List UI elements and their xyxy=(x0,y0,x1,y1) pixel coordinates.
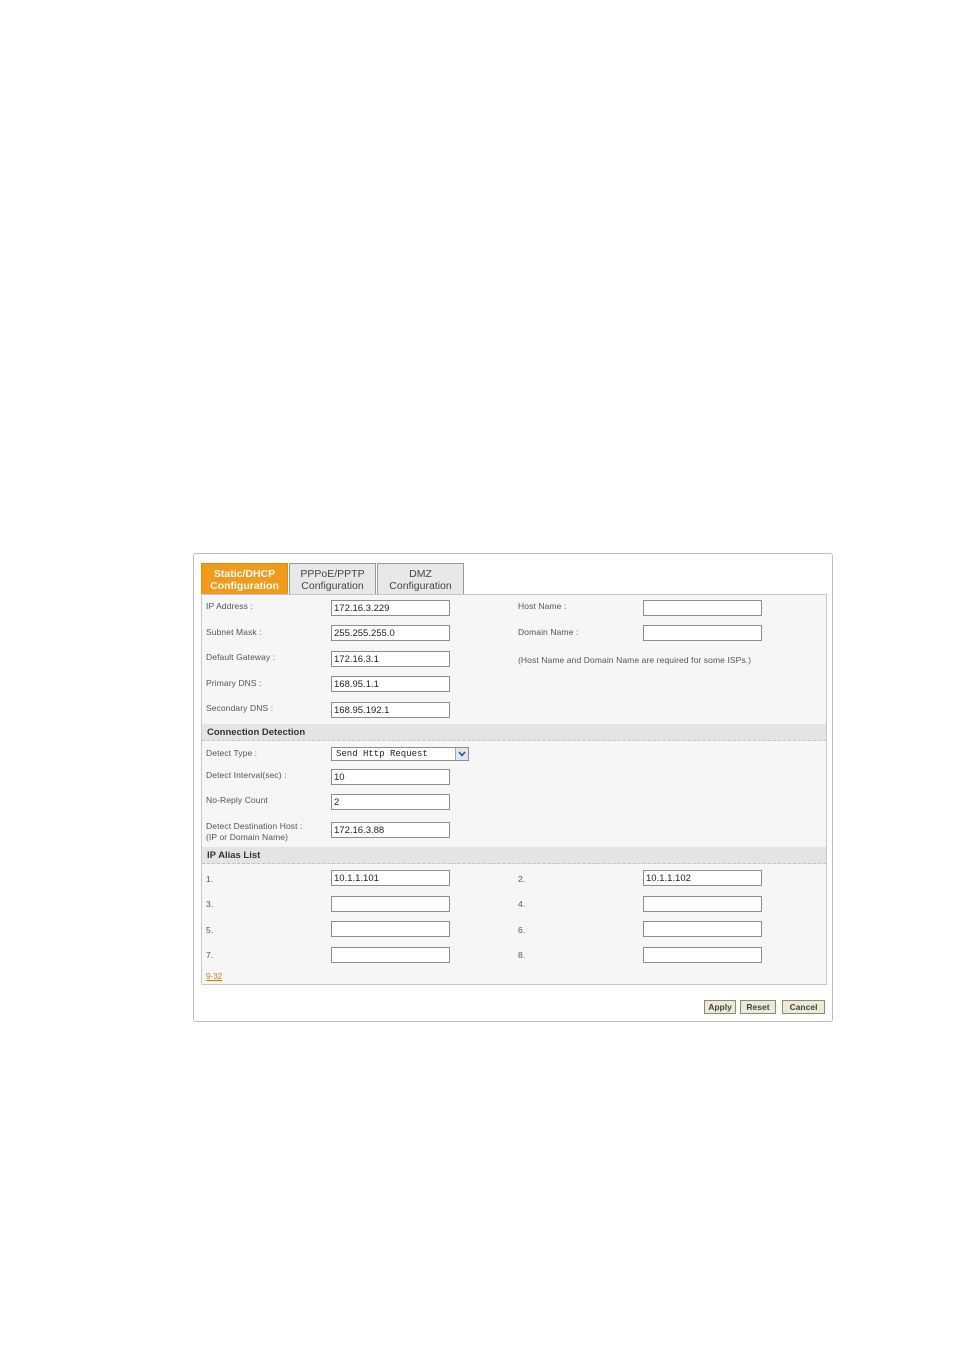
alias-4-label: 4. xyxy=(518,899,526,909)
section-title: Connection Detection xyxy=(207,727,306,738)
alias-3-input[interactable] xyxy=(331,896,450,912)
form-content: IP Address : Subnet Mask : Default Gatew… xyxy=(201,594,827,985)
host-name-input[interactable] xyxy=(643,600,762,616)
tab-label: Static/DHCP xyxy=(213,568,276,580)
default-gateway-label: Default Gateway : xyxy=(206,652,276,662)
reset-button[interactable]: Reset xyxy=(740,1000,776,1014)
chevron-down-icon[interactable] xyxy=(455,748,468,760)
tab-label: Configuration xyxy=(210,580,279,592)
alias-6-input[interactable] xyxy=(643,921,762,937)
tab-static-dhcp[interactable]: Static/DHCP Configuration xyxy=(201,563,288,594)
cancel-button[interactable]: Cancel xyxy=(782,1000,825,1014)
alias-6-label: 6. xyxy=(518,925,526,935)
connection-detection-header: Connection Detection xyxy=(202,724,826,741)
primary-dns-label: Primary DNS : xyxy=(206,678,262,688)
detect-interval-input[interactable] xyxy=(331,769,450,785)
tab-label: Configuration xyxy=(301,580,364,592)
alias-5-input[interactable] xyxy=(331,921,450,937)
tab-pppoe-pptp[interactable]: PPPoE/PPTP Configuration xyxy=(289,563,376,594)
no-reply-count-label: No-Reply Count xyxy=(206,795,268,805)
detect-interval-label: Detect Interval(sec) : xyxy=(206,770,287,780)
tab-label: Configuration xyxy=(389,580,452,592)
detect-host-sublabel: (IP or Domain Name) xyxy=(206,832,289,842)
domain-name-input[interactable] xyxy=(643,625,762,641)
detect-host-label: Detect Destination Host : xyxy=(206,821,303,831)
alias-3-label: 3. xyxy=(206,899,214,909)
page-reference-link[interactable]: 9-32 xyxy=(206,972,222,981)
no-reply-count-input[interactable] xyxy=(331,794,450,810)
apply-button[interactable]: Apply xyxy=(704,1000,736,1014)
alias-2-input[interactable] xyxy=(643,870,762,886)
default-gateway-input[interactable] xyxy=(331,651,450,667)
domain-name-label: Domain Name : xyxy=(518,627,579,637)
ip-address-input[interactable] xyxy=(331,600,450,616)
tab-label: DMZ xyxy=(409,568,432,580)
alias-7-input[interactable] xyxy=(331,947,450,963)
detect-type-label: Detect Type : xyxy=(206,748,258,758)
host-domain-note: (Host Name and Domain Name are required … xyxy=(518,655,752,665)
alias-8-label: 8. xyxy=(518,950,526,960)
tab-label: PPPoE/PPTP xyxy=(300,568,365,580)
host-name-label: Host Name : xyxy=(518,601,567,611)
secondary-dns-input[interactable] xyxy=(331,702,450,718)
detect-host-input[interactable] xyxy=(331,822,450,838)
alias-7-label: 7. xyxy=(206,950,214,960)
detect-type-select[interactable]: Send Http Request xyxy=(331,747,469,761)
subnet-mask-input[interactable] xyxy=(331,625,450,641)
ip-address-label: IP Address : xyxy=(206,601,253,611)
alias-2-label: 2. xyxy=(518,874,526,884)
wan-config-panel: Static/DHCP Configuration PPPoE/PPTP Con… xyxy=(193,553,833,1022)
subnet-mask-label: Subnet Mask : xyxy=(206,627,262,637)
ip-alias-header: IP Alias List xyxy=(202,847,826,864)
alias-8-input[interactable] xyxy=(643,947,762,963)
alias-1-label: 1. xyxy=(206,874,214,884)
alias-1-input[interactable] xyxy=(331,870,450,886)
primary-dns-input[interactable] xyxy=(331,676,450,692)
alias-4-input[interactable] xyxy=(643,896,762,912)
alias-5-label: 5. xyxy=(206,925,214,935)
detect-type-value: Send Http Request xyxy=(336,749,428,759)
secondary-dns-label: Secondary DNS : xyxy=(206,703,274,713)
tab-dmz[interactable]: DMZ Configuration xyxy=(377,563,464,594)
section-title: IP Alias List xyxy=(207,850,261,861)
